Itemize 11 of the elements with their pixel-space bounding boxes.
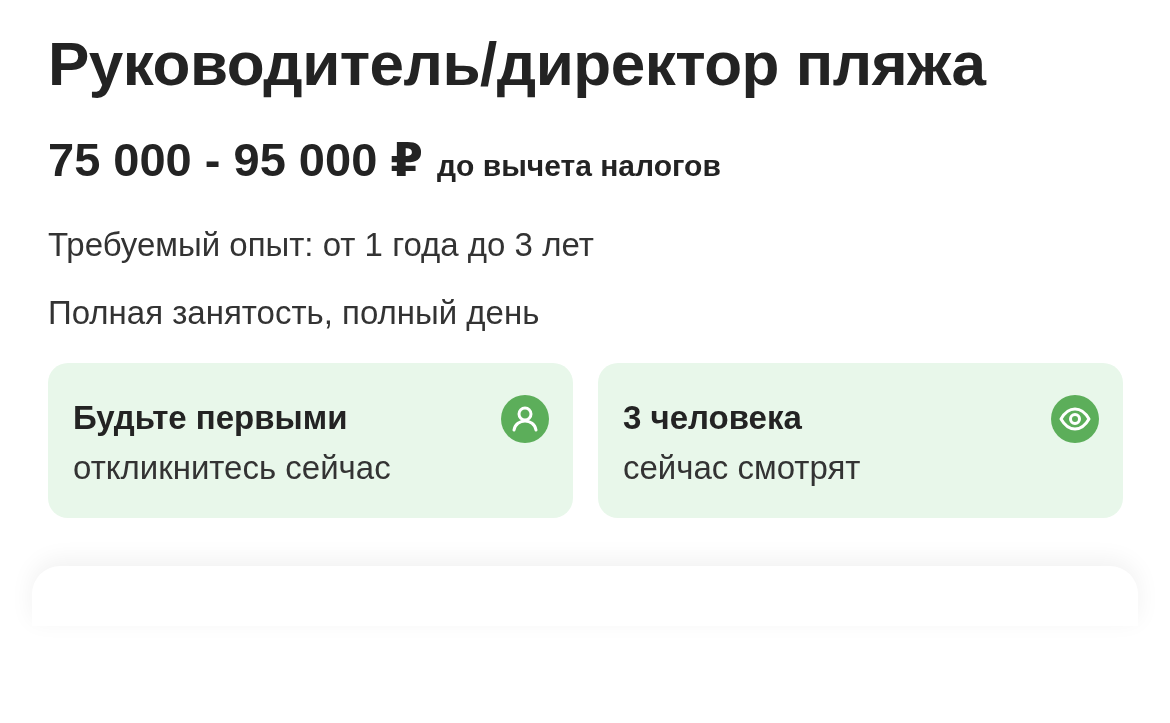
vacancy-detail: Полная занятость, полный день — [48, 293, 541, 333]
card-title: 3 человека — [623, 398, 803, 438]
person-icon — [501, 395, 549, 443]
vacancy-title: Руководитель/директор пляжа — [48, 28, 988, 100]
card-subtitle: откликнитесь сейчас — [73, 448, 391, 488]
eye-icon — [1051, 395, 1099, 443]
card-title: Будьте первыми — [73, 398, 349, 438]
salary-amount: 75 000 - 95 000 ₽ — [48, 132, 424, 187]
salary-note: до вычета налогов — [437, 149, 721, 183]
vacancy-detail: Требуемый опыт: от 1 года до 3 лет — [48, 225, 595, 265]
card-subtitle: сейчас смотрят — [623, 448, 861, 488]
